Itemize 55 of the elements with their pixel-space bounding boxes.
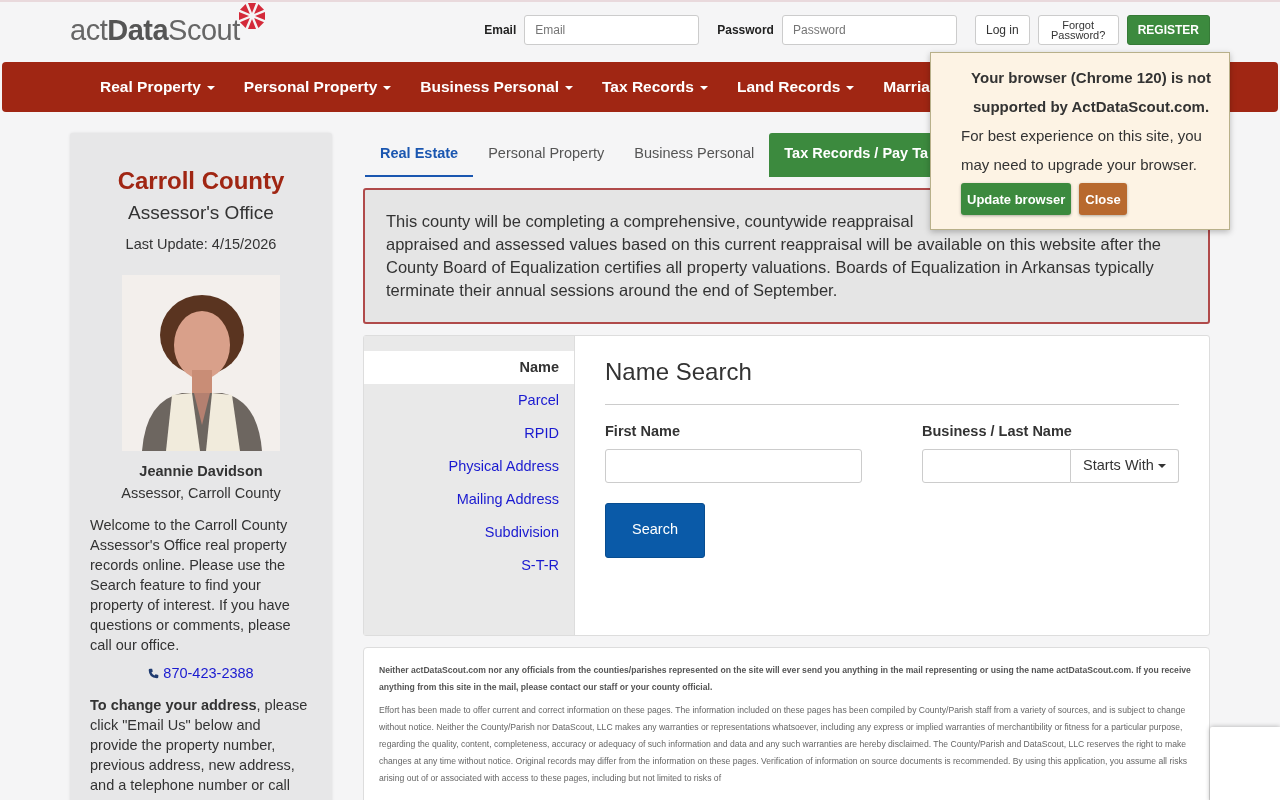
warning-message: For best experience on this site, you may need to upgrade your browser.: [961, 126, 1203, 175]
logo-text[interactable]: actDataScout: [70, 16, 240, 45]
update-browser-button[interactable]: Update browser: [961, 183, 1072, 215]
search-type-item[interactable]: Parcel: [364, 383, 574, 417]
caret-icon: [383, 86, 392, 91]
search-type-item[interactable]: Subdivision: [364, 515, 574, 549]
change-address-paragraph: To change your address, please click "Email Us" below and provide the property number, previous address, new address, and a telephone number or call: [90, 696, 309, 796]
tab[interactable]: Real Estate: [365, 133, 474, 177]
tab[interactable]: Business Personal: [619, 133, 770, 177]
search-type-item[interactable]: Physical Address: [364, 449, 574, 483]
login-button[interactable]: Log in: [974, 15, 1030, 45]
notice-text-line: County Board of Equalization certifies all property valuations. Boards of Equalization in Arkansas typically: [386, 256, 1154, 278]
mail-notice-text: Neither actDataScout.com nor any officials from the counties/parishes represented on the site will ever send you anything in the mail representing or using the name actDataScout.com. If you receive anything from this site in the mail, please contact our staff or your county official.: [379, 663, 1192, 694]
field-label: Password: [717, 22, 774, 39]
county-title: Carroll County: [116, 166, 286, 196]
nav-menu-item[interactable]: Business Personal: [420, 75, 574, 99]
field-label: Business / Last Name: [922, 421, 1073, 441]
input-field[interactable]: [605, 448, 862, 483]
close-button[interactable]: Close: [1079, 183, 1127, 215]
caret-icon: [699, 86, 708, 91]
person-name: Jeannie Davidson: [138, 462, 264, 482]
welcome-paragraph: Welcome to the Carroll County Assessor's Office real property records online. Please use the Search feature to find your property of interest. If you have questions or comments, please call our office.: [90, 515, 292, 655]
nav-menu-item[interactable]: Personal Property: [243, 75, 392, 99]
last-update-text: Last Update: 4/15/2026: [124, 234, 278, 254]
phone-icon: [148, 668, 160, 680]
caret-icon: [565, 86, 574, 91]
forgot-password-button[interactable]: Forgot Password?: [1037, 15, 1119, 45]
match-dropdown[interactable]: Starts With: [1071, 448, 1179, 483]
nav-menu-item[interactable]: Tax Records: [602, 75, 708, 99]
search-heading: Name Search: [605, 353, 1179, 405]
warning-title: Your browser (Chrome 120) is not supported by ActDataScout.com.: [970, 68, 1211, 117]
nav-menu-item[interactable]: Real Property: [100, 75, 215, 99]
caret-icon: [846, 86, 855, 91]
search-type-item[interactable]: Name: [364, 350, 574, 384]
nav-menu-item[interactable]: Marria: [883, 75, 930, 99]
person-title: Assessor, Carroll County: [120, 484, 282, 503]
field-label: First Name: [605, 421, 681, 441]
input-field[interactable]: Email: [524, 15, 700, 45]
search-type-item[interactable]: RPID: [364, 416, 574, 450]
disclaimer-text: Effort has been made to offer current and correct information on these pages. The information included on these pages has been compiled by County/Parish staff from a variety of sources, and is subject to change without notice. Neither the County/Parish nor DataScout, LLC makes any warranties or representations whatsoever, including any express or implied warranties of merchantibility or fitness for a particular purpose, regarding the quality, content, completeness, accuracy or adequacy of such information and data and any such warranties are hereby disclaimed. The County/Parish and DataScout, LLC reserves the right to make changes at any time without notice. Original records may differ from the information on these pages. Verification of information on source documents is recommended. By using this application, you assume all risks arising out of or associated with access to these pages, including but not limited to risks of: [379, 703, 1189, 785]
notice-text-line: appraised and assessed values based on this current reappraisal will be available on this website after the: [386, 233, 1162, 255]
register-button[interactable]: REGISTER: [1126, 15, 1210, 45]
office-subtitle: Assessor's Office: [127, 201, 275, 225]
field-label: Email: [484, 22, 517, 39]
tab[interactable]: Personal Property: [473, 133, 620, 177]
search-type-item[interactable]: S-T-R: [364, 548, 574, 582]
search-type-item[interactable]: Mailing Address: [364, 482, 574, 516]
notice-text-line: terminate their annual sessions around the end of September.: [386, 279, 838, 301]
input-field[interactable]: Password: [781, 15, 957, 45]
input-field[interactable]: [922, 448, 1071, 483]
caret-icon: [1157, 463, 1166, 468]
notice-text-line: This county will be completing a comprehensive, countywide reappraisal: [386, 210, 914, 232]
nav-menu-item[interactable]: Land Records: [736, 75, 855, 99]
caret-icon: [206, 86, 215, 91]
search-button[interactable]: Search: [605, 502, 705, 558]
